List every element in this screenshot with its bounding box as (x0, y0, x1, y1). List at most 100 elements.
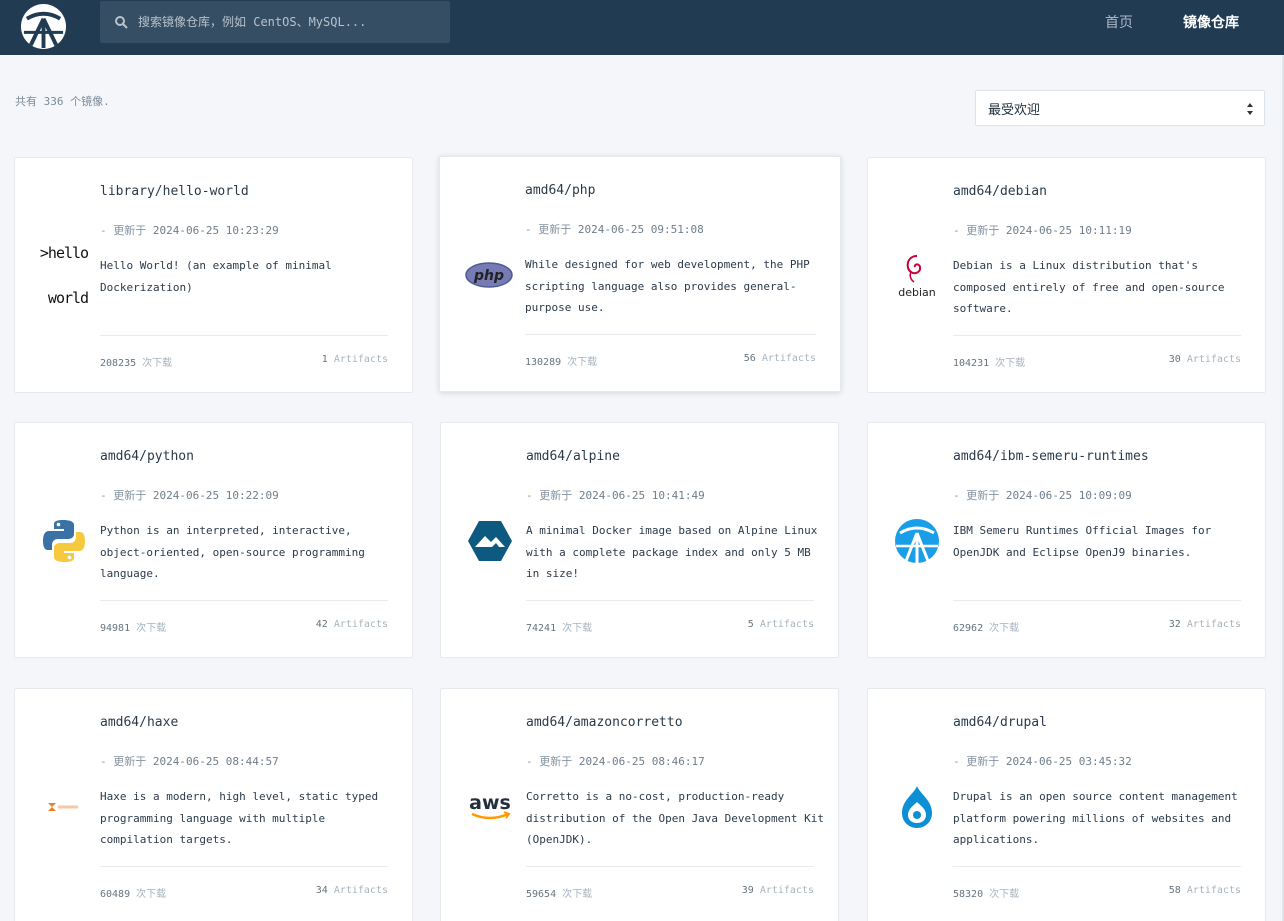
updated-prefix: - 更新于 (100, 224, 147, 237)
card-divider (100, 600, 388, 601)
sort-selected-value: 最受欢迎 (988, 102, 1041, 118)
image-card[interactable]: amd64/alpine - 更新于 2024-06-25 10:41:49 A… (440, 422, 839, 658)
card-description: Python is an interpreted, interactive, o… (100, 524, 365, 580)
card-artifacts: 5 Artifacts (748, 619, 814, 630)
artifacts-label: Artifacts (1186, 354, 1241, 365)
card-divider (100, 335, 388, 336)
hello-world-logo-line2: world (39, 289, 89, 307)
artifacts-label: Artifacts (759, 885, 814, 896)
updated-prefix: - 更新于 (525, 223, 572, 236)
image-card[interactable]: php amd64/php - 更新于 2024-06-25 09:51:08 … (439, 156, 841, 392)
semeru-logo (892, 518, 942, 564)
card-artifacts: 30 Artifacts (1169, 354, 1241, 365)
card-artifacts: 39 Artifacts (742, 885, 814, 896)
card-description: Hello World! (an example of minimal Dock… (100, 259, 332, 294)
image-card[interactable]: >hello world library/hello-world - 更新于 2… (14, 157, 413, 393)
updated-prefix: - 更新于 (526, 489, 573, 502)
updated-prefix: - 更新于 (953, 755, 1000, 768)
card-name[interactable]: amd64/ibm-semeru-runtimes (953, 449, 1149, 464)
image-card[interactable]: aws amd64/amazoncorretto - 更新于 2024-06-2… (440, 688, 839, 921)
card-updated: - 更新于 2024-06-25 10:23:29 (100, 222, 279, 238)
artifact-count: 32 (1168, 619, 1181, 630)
card-updated: - 更新于 2024-06-25 10:11:19 (953, 222, 1132, 238)
card-updated: - 更新于 2024-06-25 10:41:49 (526, 487, 705, 503)
card-name[interactable]: amd64/amazoncorretto (526, 715, 683, 730)
artifacts-label: Artifacts (1186, 619, 1241, 630)
image-card[interactable]: amd64/haxe - 更新于 2024-06-25 08:44:57 Hax… (14, 688, 413, 921)
card-name[interactable]: amd64/alpine (526, 449, 620, 464)
image-count: 共有 336 个镜像. (15, 95, 110, 108)
image-card[interactable]: debian amd64/debian - 更新于 2024-06-25 10:… (867, 157, 1266, 393)
image-card[interactable]: amd64/drupal - 更新于 2024-06-25 03:45:32 D… (867, 688, 1266, 921)
card-downloads: 94981 次下载 (100, 619, 166, 634)
artifact-count: 56 (743, 353, 756, 364)
image-card[interactable]: amd64/ibm-semeru-runtimes - 更新于 2024-06-… (867, 422, 1266, 658)
card-name[interactable]: amd64/drupal (953, 715, 1047, 730)
updated-date: 2024-06-25 09:51:08 (577, 223, 704, 236)
search-input[interactable] (138, 15, 438, 29)
card-downloads: 74241 次下载 (526, 619, 592, 634)
downloads-label: 次下载 (995, 358, 1026, 369)
search-box[interactable] (100, 1, 450, 43)
downloads-label: 次下载 (142, 358, 173, 369)
artifacts-label: Artifacts (761, 353, 816, 364)
download-count: 60489 (100, 889, 131, 900)
download-count: 58320 (953, 889, 984, 900)
updated-date: 2024-06-25 10:23:29 (152, 224, 279, 237)
site-logo-icon[interactable] (20, 3, 67, 50)
nav-home-link[interactable]: 首页 (1105, 12, 1133, 32)
card-artifacts: 34 Artifacts (316, 885, 388, 896)
hello-world-logo: >hello world (39, 246, 89, 306)
updated-date: 2024-06-25 10:11:19 (1005, 224, 1132, 237)
card-downloads: 62962 次下载 (953, 619, 1019, 634)
card-name[interactable]: library/hello-world (100, 184, 249, 199)
downloads-label: 次下载 (136, 623, 167, 634)
card-artifacts: 56 Artifacts (744, 353, 816, 364)
card-updated: - 更新于 2024-06-25 03:45:32 (953, 753, 1132, 769)
card-downloads: 59654 次下载 (526, 885, 592, 900)
card-updated: - 更新于 2024-06-25 09:51:08 (525, 221, 704, 237)
card-description: Debian is a Linux distribution that's co… (953, 259, 1225, 315)
card-name[interactable]: amd64/debian (953, 184, 1047, 199)
artifact-count: 58 (1168, 885, 1181, 896)
download-count: 74241 (526, 623, 557, 634)
download-count: 104231 (953, 358, 990, 369)
artifacts-label: Artifacts (333, 354, 388, 365)
card-name[interactable]: amd64/python (100, 449, 194, 464)
card-updated: - 更新于 2024-06-25 08:44:57 (100, 753, 279, 769)
card-downloads: 208235 次下载 (100, 354, 172, 369)
card-name[interactable]: amd64/haxe (100, 715, 178, 730)
downloads-label: 次下载 (562, 889, 593, 900)
card-description: A minimal Docker image based on Alpine L… (526, 524, 818, 580)
artifacts-label: Artifacts (333, 885, 388, 896)
card-artifacts: 32 Artifacts (1169, 619, 1241, 630)
download-count: 59654 (526, 889, 557, 900)
card-description: While designed for web development, the … (525, 258, 810, 314)
updated-date: 2024-06-25 10:09:09 (1005, 489, 1132, 502)
download-count: 94981 (100, 623, 131, 634)
card-artifacts: 58 Artifacts (1169, 885, 1241, 896)
card-divider (100, 866, 388, 867)
downloads-label: 次下载 (989, 623, 1020, 634)
updated-date: 2024-06-25 08:46:17 (578, 755, 705, 768)
haxe-logo (39, 784, 89, 830)
updated-date: 2024-06-25 10:22:09 (152, 489, 279, 502)
artifact-count: 5 (747, 619, 754, 630)
card-downloads: 58320 次下载 (953, 885, 1019, 900)
updated-prefix: - 更新于 (953, 489, 1000, 502)
python-logo (39, 518, 89, 564)
downloads-label: 次下载 (989, 889, 1020, 900)
updated-date: 2024-06-25 08:44:57 (152, 755, 279, 768)
card-name[interactable]: amd64/php (525, 183, 595, 198)
top-navbar: 首页 镜像仓库 (0, 0, 1284, 55)
downloads-label: 次下载 (567, 357, 598, 368)
nav-repo-link[interactable]: 镜像仓库 (1183, 12, 1239, 32)
download-count: 208235 (100, 358, 137, 369)
card-description: Haxe is a modern, high level, static typ… (100, 790, 379, 846)
sort-select[interactable]: 最受欢迎 (975, 90, 1265, 126)
artifact-count: 1 (321, 354, 328, 365)
card-downloads: 130289 次下载 (525, 353, 597, 368)
image-card[interactable]: amd64/python - 更新于 2024-06-25 10:22:09 P… (14, 422, 413, 658)
downloads-label: 次下载 (136, 889, 167, 900)
card-updated: - 更新于 2024-06-25 10:22:09 (100, 487, 279, 503)
